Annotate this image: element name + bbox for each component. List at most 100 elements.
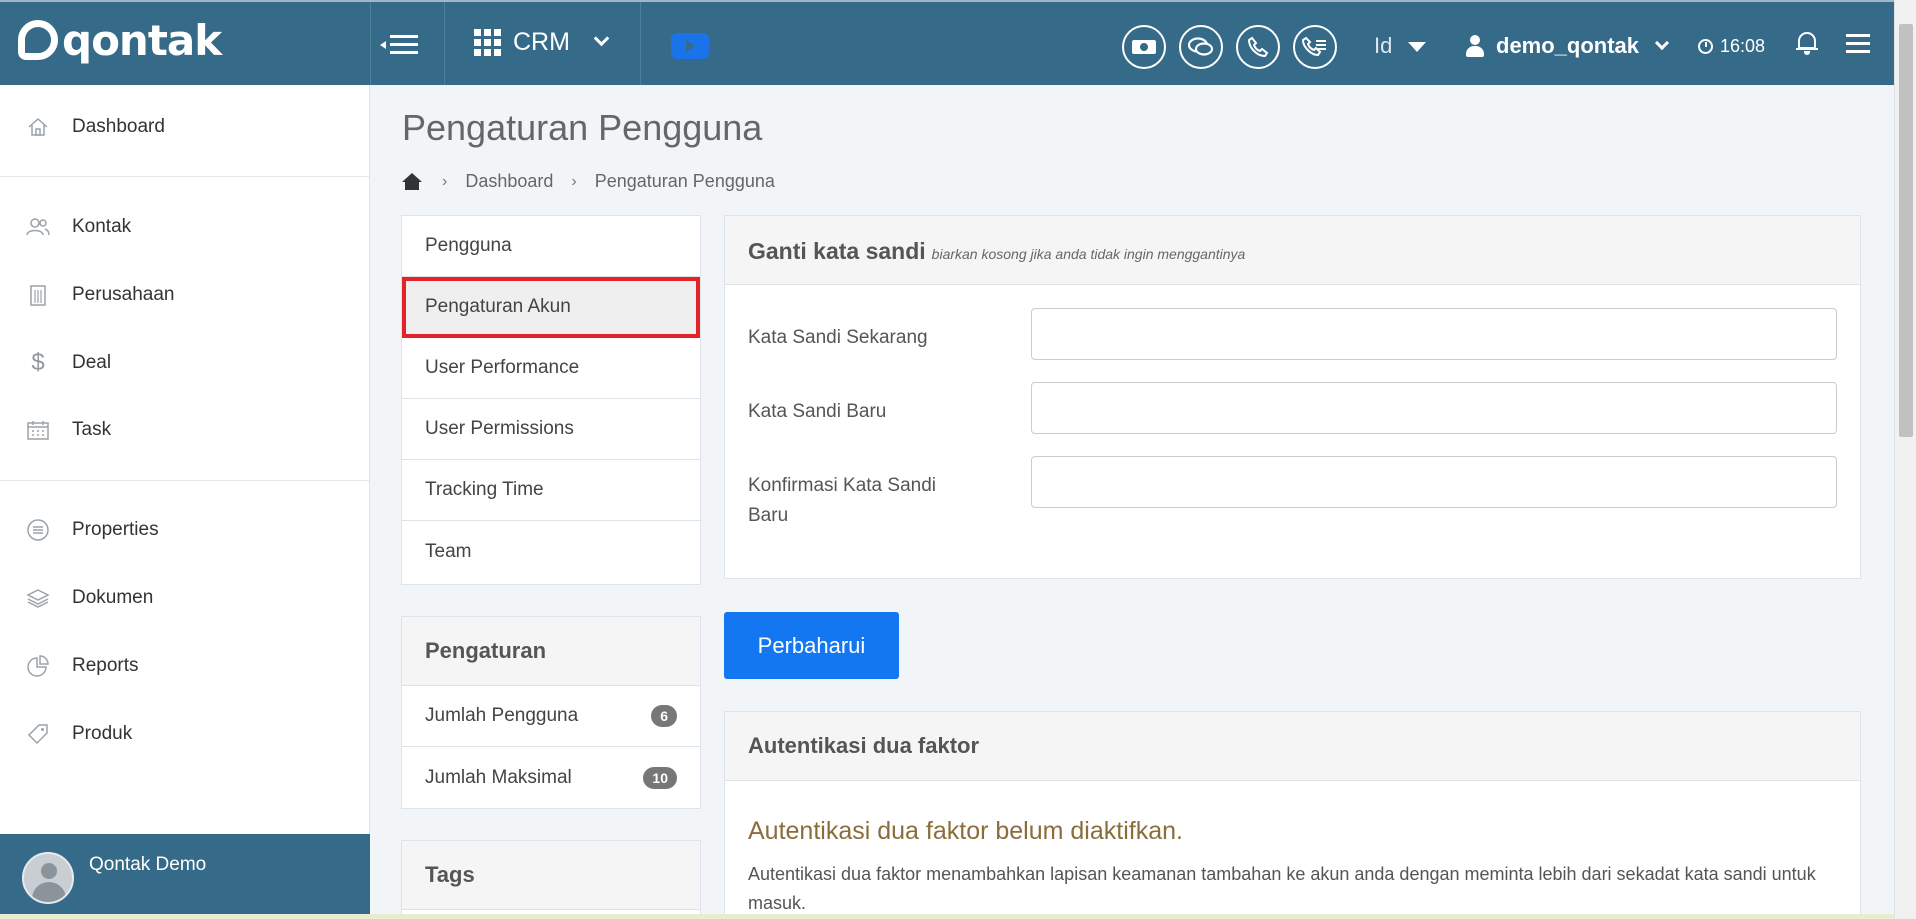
menu-collapse-icon[interactable]	[380, 32, 420, 58]
navbar-divider	[370, 2, 371, 85]
pengaturan-title: Pengaturan	[402, 617, 700, 686]
tags-title: Tags	[402, 841, 700, 910]
new-password-label: Kata Sandi Baru	[748, 401, 887, 422]
stat-label: Jumlah Maksimal	[425, 766, 572, 788]
change-password-card: Ganti kata sandi biarkan kosong jika and…	[724, 215, 1861, 579]
sidebar-item-dokumen[interactable]: Dokumen	[0, 573, 369, 623]
sidebar-item-reports[interactable]: Reports	[0, 641, 369, 691]
sidebar-profile[interactable]: Qontak Demo	[0, 834, 370, 919]
layers-icon	[26, 586, 50, 610]
username: demo_qontak	[1496, 33, 1640, 58]
sidebar-item-dashboard[interactable]: Dashboard	[0, 102, 369, 152]
new-password-input[interactable]	[1031, 382, 1837, 434]
sidebar-item-label: Dashboard	[72, 116, 165, 137]
tag-icon	[26, 722, 50, 746]
change-password-hint: biarkan kosong jika anda tidak ingin men…	[931, 246, 1246, 262]
settings-menu: Pengguna Pengaturan Akun User Performanc…	[401, 215, 701, 585]
app-switcher-label: CRM	[513, 28, 570, 56]
contacts-icon	[26, 215, 50, 239]
calendar-icon	[26, 418, 50, 442]
pengaturan-card: Pengaturan Jumlah Pengguna 6 Jumlah Maks…	[401, 616, 701, 809]
user-menu[interactable]: demo_qontak	[1466, 33, 1670, 59]
clock-time: 16:08	[1720, 36, 1766, 56]
breadcrumb-current: Pengaturan Pengguna	[594, 171, 775, 191]
clock: 16:08	[1698, 36, 1765, 57]
sidebar-item-label: Reports	[72, 655, 139, 676]
youtube-icon[interactable]	[671, 33, 709, 59]
sidebar-item-label: Deal	[72, 352, 112, 373]
sidebar: Dashboard Kontak Perusahaan $ Deal Task …	[0, 85, 370, 919]
qontak-logo-mark-icon	[18, 20, 58, 60]
chat-icon[interactable]	[1179, 25, 1223, 69]
main-content: Pengaturan Pengguna › Dashboard › Pengat…	[370, 85, 1896, 919]
logo-text: qontak	[62, 15, 222, 65]
sidebar-item-kontak[interactable]: Kontak	[0, 202, 369, 252]
settings-menu-item-pengguna[interactable]: Pengguna	[402, 216, 700, 277]
sidebar-item-produk[interactable]: Produk	[0, 709, 369, 759]
qontak-logo[interactable]: qontak	[18, 15, 222, 65]
settings-menu-item-user-permissions[interactable]: User Permissions	[402, 399, 700, 460]
change-password-title: Ganti kata sandi	[748, 238, 926, 264]
sidebar-item-label: Kontak	[72, 216, 132, 237]
building-icon	[26, 283, 50, 307]
sidebar-item-label: Dokumen	[72, 587, 154, 608]
chevron-right-icon: ›	[571, 172, 577, 190]
language-selector[interactable]: Id	[1374, 33, 1392, 59]
chevron-down-icon	[593, 30, 610, 47]
sidebar-divider	[0, 176, 369, 177]
profile-name: Qontak Demo	[89, 854, 207, 875]
page-title: Pengaturan Pengguna	[402, 107, 763, 148]
scrollbar-thumb[interactable]	[1899, 24, 1913, 437]
money-icon[interactable]	[1122, 25, 1166, 69]
sidebar-item-label: Properties	[72, 519, 159, 540]
sidebar-item-label: Perusahaan	[72, 284, 175, 305]
bell-icon[interactable]	[1796, 30, 1818, 56]
apps-grid-icon	[474, 29, 501, 56]
current-password-input[interactable]	[1031, 308, 1837, 360]
sidebar-item-properties[interactable]: Properties	[0, 505, 369, 555]
sidebar-item-perusahaan[interactable]: Perusahaan	[0, 270, 369, 320]
sidebar-item-deal[interactable]: $ Deal	[0, 338, 369, 388]
avatar	[22, 852, 74, 904]
confirm-password-input[interactable]	[1031, 456, 1837, 508]
stat-row: Jumlah Pengguna 6	[402, 686, 700, 747]
stat-row: Jumlah Maksimal 10	[402, 747, 700, 808]
chevron-right-icon: ›	[442, 172, 448, 190]
breadcrumb: › Dashboard › Pengaturan Pengguna	[402, 171, 775, 192]
settings-menu-item-tracking-time[interactable]: Tracking Time	[402, 460, 700, 521]
pie-chart-icon	[26, 654, 50, 678]
call-log-icon[interactable]	[1293, 25, 1337, 69]
two-factor-description: Autentikasi dua faktor menambahkan lapis…	[748, 864, 1816, 913]
two-factor-title: Autentikasi dua faktor	[725, 712, 1860, 781]
current-password-label: Kata Sandi Sekarang	[748, 327, 928, 348]
home-icon	[26, 115, 50, 139]
caret-down-icon[interactable]	[1408, 42, 1426, 52]
tags-card: Tags	[401, 840, 701, 919]
clock-icon	[1698, 39, 1713, 54]
page-scrollbar[interactable]	[1894, 0, 1916, 919]
sidebar-item-task[interactable]: Task	[0, 405, 369, 455]
settings-menu-item-team[interactable]: Team	[402, 521, 700, 582]
app-switcher-dropdown[interactable]: CRM	[474, 28, 610, 57]
sidebar-item-label: Task	[72, 419, 112, 440]
chevron-down-icon	[1654, 35, 1670, 51]
navbar-divider	[444, 2, 445, 85]
update-password-button[interactable]: Perbaharui	[724, 612, 899, 679]
navbar-divider	[640, 2, 641, 85]
dollar-icon: $	[31, 349, 45, 376]
stat-label: Jumlah Pengguna	[425, 705, 579, 726]
user-icon	[1466, 35, 1484, 57]
hamburger-icon[interactable]	[1846, 34, 1870, 54]
breadcrumb-dashboard[interactable]: Dashboard	[465, 171, 553, 192]
change-password-header: Ganti kata sandi biarkan kosong jika and…	[725, 216, 1860, 285]
confirm-password-label: Konfirmasi Kata Sandi Baru	[748, 475, 936, 526]
settings-menu-item-pengaturan-akun[interactable]: Pengaturan Akun	[402, 277, 700, 338]
sidebar-divider	[0, 480, 369, 481]
top-navbar: qontak CRM Id demo_qontak 16:08	[0, 0, 1916, 85]
sidebar-item-label: Produk	[72, 723, 133, 744]
home-icon[interactable]	[402, 172, 422, 191]
count-badge: 6	[651, 705, 677, 727]
phone-icon[interactable]	[1236, 25, 1280, 69]
settings-menu-item-user-performance[interactable]: User Performance	[402, 338, 700, 399]
two-factor-status: Autentikasi dua faktor belum diaktifkan.	[748, 817, 1183, 845]
